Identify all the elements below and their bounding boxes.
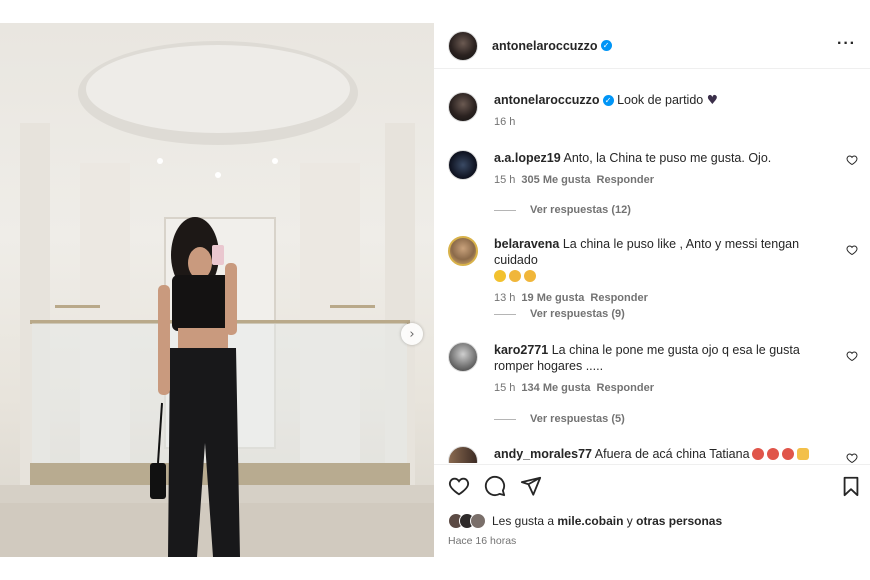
cat-face-icon	[524, 270, 536, 282]
angry-face-icon	[751, 448, 764, 460]
comment-username[interactable]: karo2771	[494, 343, 548, 357]
like-comment-heart-icon[interactable]	[846, 350, 858, 362]
comment: andy_morales77 Afuera de acá china Tatia…	[448, 446, 858, 463]
commenter-avatar[interactable]	[448, 236, 478, 266]
post-time: Hace 16 horas	[448, 535, 517, 547]
other-likers-link[interactable]: otras personas	[636, 514, 722, 528]
likes-summary[interactable]: Les gusta a mile.cobain y otras personas	[448, 513, 722, 529]
cat-face-icon	[509, 270, 521, 282]
angry-face-icon	[766, 448, 779, 460]
next-photo-button[interactable]: ›	[401, 323, 423, 345]
bookmark-icon[interactable]	[840, 475, 862, 497]
comments-section: antonelaroccuzzo ✓ Look de partido ♥ 16 h…	[434, 70, 870, 463]
view-replies-button[interactable]: Ver respuestas (12)	[494, 204, 631, 216]
caption-username[interactable]: antonelaroccuzzo	[494, 93, 600, 107]
reply-button[interactable]: Responder	[590, 292, 647, 304]
comment: belaravena La china le puso like , Anto …	[448, 236, 858, 304]
reply-button[interactable]: Responder	[597, 174, 654, 186]
post-photo[interactable]: ›	[0, 23, 434, 557]
commenter-avatar[interactable]	[448, 150, 478, 180]
like-comment-heart-icon[interactable]	[846, 244, 858, 256]
more-icon[interactable]: ···	[837, 35, 856, 53]
chevron-right-icon: ›	[409, 326, 415, 342]
angry-face-icon	[781, 448, 794, 460]
caption: antonelaroccuzzo ✓ Look de partido ♥ 16 h	[448, 92, 858, 136]
commenter-avatar[interactable]	[448, 342, 478, 372]
like-comment-heart-icon[interactable]	[846, 452, 858, 463]
author-avatar[interactable]	[448, 30, 478, 61]
comment-time: 15 h	[494, 382, 516, 394]
share-icon[interactable]	[520, 475, 542, 497]
verified-icon: ✓	[602, 95, 614, 107]
view-replies-button[interactable]: Ver respuestas (9)	[494, 308, 625, 320]
clap-hands-icon	[796, 448, 809, 460]
commenter-avatar[interactable]	[448, 446, 478, 463]
comment-likes[interactable]: 19 Me gusta	[521, 292, 584, 304]
comment-likes[interactable]: 305 Me gusta	[521, 174, 590, 186]
comment-time: 15 h	[494, 174, 516, 186]
black-heart-icon: ♥	[706, 92, 718, 107]
view-replies-button[interactable]: Ver respuestas (5)	[494, 413, 625, 425]
laughing-face-icon	[494, 270, 506, 282]
liker-avatars	[448, 513, 486, 529]
comment: karo2771 La china le pone me gusta ojo q…	[448, 342, 858, 398]
author-username[interactable]: antonelaroccuzzo	[492, 39, 598, 53]
author-avatar[interactable]	[448, 92, 478, 122]
post-panel: antonelaroccuzzo ✓ ··· antonelaroccuzzo ✓…	[434, 23, 870, 557]
comment-username[interactable]: belaravena	[494, 237, 559, 251]
liker-username[interactable]: mile.cobain	[557, 514, 623, 528]
comment-text: Anto, la China te puso me gusta. Ojo.	[563, 151, 772, 165]
comment-time: 13 h	[494, 292, 516, 304]
reply-button[interactable]: Responder	[597, 382, 654, 394]
comment-likes[interactable]: 134 Me gusta	[521, 382, 590, 394]
comment-username[interactable]: andy_morales77	[494, 447, 592, 461]
post-header: antonelaroccuzzo ✓ ···	[434, 23, 870, 69]
heart-icon[interactable]	[448, 475, 470, 497]
post-actions: Les gusta a mile.cobain y otras personas…	[434, 464, 870, 557]
comment-username[interactable]: a.a.lopez19	[494, 151, 561, 165]
comment: a.a.lopez19 Anto, la China te puso me gu…	[448, 150, 858, 190]
like-comment-heart-icon[interactable]	[846, 154, 858, 166]
comment-icon[interactable]	[484, 475, 506, 497]
caption-text: Look de partido	[617, 93, 704, 107]
caption-time: 16 h	[494, 116, 516, 128]
comment-text: Afuera de acá china Tatiana	[594, 447, 750, 461]
verified-icon: ✓	[600, 40, 612, 51]
mirror-selfie-image	[0, 41, 434, 557]
